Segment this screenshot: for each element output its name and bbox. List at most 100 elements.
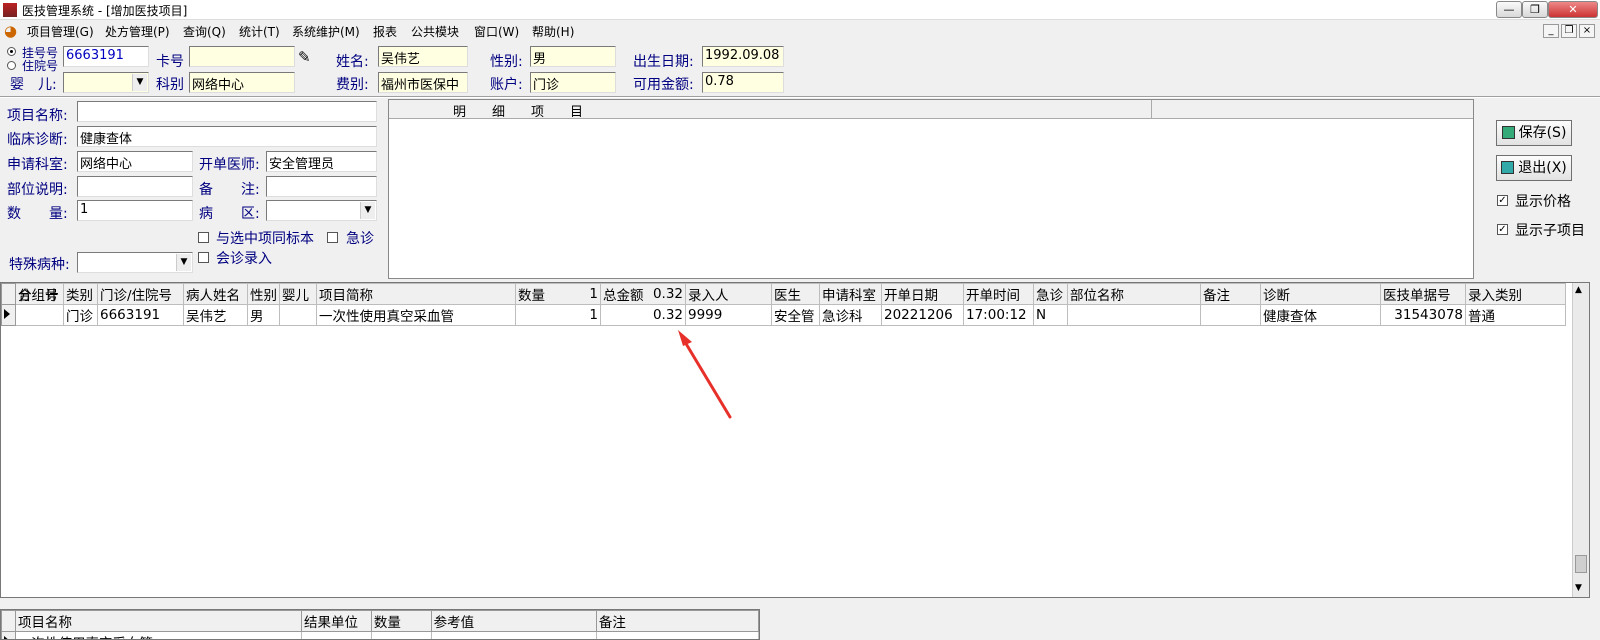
result-col-ref[interactable]: 参考值	[430, 610, 597, 632]
cell-part[interactable]	[1067, 304, 1201, 326]
cell-infant[interactable]	[279, 304, 317, 326]
detail-header: 明 细 项 目	[389, 100, 1473, 120]
same-specimen-checkbox[interactable]	[198, 232, 209, 243]
scroll-down-icon[interactable]: ▼	[1575, 583, 1582, 593]
total-label: 合 计	[15, 283, 64, 305]
show-price-checkbox[interactable]: ✓	[1497, 195, 1508, 206]
result-col-remark[interactable]: 备注	[595, 610, 759, 632]
result-cell-qty[interactable]	[370, 631, 432, 639]
close-button[interactable]: ✕	[1548, 1, 1598, 18]
item-name-input[interactable]	[77, 101, 377, 122]
register-radio[interactable]	[7, 47, 16, 56]
cell-urgent[interactable]: N	[1033, 304, 1068, 326]
exit-button[interactable]: 退出(X)	[1496, 155, 1572, 181]
restore-button[interactable]: ❐	[1522, 1, 1548, 18]
balance-field[interactable]: 0.78	[702, 72, 784, 93]
consult-checkbox[interactable]	[198, 252, 209, 263]
cell-req-dept[interactable]: 急诊科	[819, 304, 882, 326]
chevron-down-icon[interactable]: ▼	[360, 202, 375, 219]
diagnosis-input[interactable]: 健康查体	[77, 126, 377, 147]
cell-item-short[interactable]: 一次性使用真空采血管	[316, 304, 516, 326]
cell-entered-by[interactable]: 9999	[685, 304, 772, 326]
infant-select[interactable]: ▼	[63, 72, 149, 93]
req-dept-input[interactable]: 网络中心	[77, 151, 193, 172]
save-button[interactable]: 保存(S)	[1496, 120, 1572, 146]
menu-item-system[interactable]: 系统维护(M)	[292, 23, 360, 40]
mdi-restore-button[interactable]: ❐	[1561, 24, 1577, 38]
card-reader-icon[interactable]: ✎	[298, 48, 311, 66]
result-row-indicator	[1, 631, 16, 639]
card-field[interactable]	[189, 46, 295, 67]
name-label: 姓名:	[336, 54, 369, 70]
balance-label: 可用金额:	[633, 77, 694, 93]
cell-remark[interactable]	[1200, 304, 1261, 326]
result-cell-item[interactable]: 一次性使用真空采血管	[14, 631, 302, 639]
remark-input[interactable]	[266, 176, 377, 197]
ward-select[interactable]: ▼	[266, 200, 377, 221]
part-input[interactable]	[77, 176, 193, 197]
items-grid[interactable]: 分组号 类别 门诊/住院号 病人姓名 性别 婴儿 项目简称 数量 总金额 录入人…	[0, 282, 1590, 598]
window-title: 医技管理系统 - [增加医技项目]	[22, 4, 188, 18]
qty-input[interactable]: 1	[77, 200, 193, 221]
app-icon	[3, 3, 17, 17]
menu-item-prescription[interactable]: 处方管理(P)	[105, 23, 170, 40]
list-item[interactable]: 一次性使用真空采血管	[1, 631, 759, 639]
cell-qty[interactable]: 1	[515, 304, 601, 326]
scroll-up-icon[interactable]: ▲	[1575, 285, 1582, 295]
result-grid[interactable]: 项目名称 结果单位 数量 参考值 备注 一次性使用真空采血管	[0, 609, 760, 640]
menu-item-window[interactable]: 窗口(W)	[474, 23, 519, 40]
menu-item-report[interactable]: 报表	[373, 23, 397, 40]
cell-type[interactable]: 门诊	[63, 304, 98, 326]
result-col-unit[interactable]: 结果单位	[300, 610, 372, 632]
remark-label: 备 注:	[199, 182, 260, 198]
fee-field[interactable]: 福州市医保中	[378, 72, 468, 93]
cell-order-time[interactable]: 17:00:12	[963, 304, 1034, 326]
name-field[interactable]: 吴伟艺	[378, 46, 468, 67]
cell-order-date[interactable]: 20221206	[881, 304, 964, 326]
register-no-field[interactable]: 6663191	[63, 46, 149, 67]
cell-patient-name[interactable]: 吴伟艺	[183, 304, 248, 326]
inpatient-radio[interactable]	[7, 61, 16, 70]
result-col-item[interactable]: 项目名称	[14, 610, 302, 632]
row-indicator	[1, 304, 16, 326]
menu-item-stats[interactable]: 统计(T)	[239, 23, 280, 40]
chevron-down-icon[interactable]: ▼	[132, 74, 147, 91]
cell-entry-type[interactable]: 普通	[1465, 304, 1566, 326]
gender-field[interactable]: 男	[530, 46, 616, 67]
menu-item-query[interactable]: 查询(Q)	[183, 23, 226, 40]
gender-label: 性别:	[490, 54, 523, 70]
detail-header-divider	[1151, 100, 1152, 119]
birth-field[interactable]: 1992.09.08	[702, 46, 784, 67]
chevron-down-icon[interactable]: ▼	[176, 254, 191, 271]
result-col-qty[interactable]: 数量	[370, 610, 432, 632]
result-cell-remark[interactable]	[595, 631, 759, 639]
cell-patient-no[interactable]: 6663191	[97, 304, 184, 326]
account-field[interactable]: 门诊	[530, 72, 616, 93]
special-select[interactable]: ▼	[77, 252, 193, 273]
total-row: 合 计 1 0.32	[1, 283, 1566, 305]
cell-doctor[interactable]: 安全管	[771, 304, 820, 326]
cell-bill-no[interactable]: 31543078	[1380, 304, 1466, 326]
menu-item-help[interactable]: 帮助(H)	[532, 23, 574, 40]
grid-scrollbar[interactable]: ▲ ▼	[1572, 283, 1589, 597]
dept-field[interactable]: 网络中心	[189, 72, 295, 93]
table-row[interactable]: 门诊 6663191 吴伟艺 男 一次性使用真空采血管 1 0.32 9999 …	[1, 304, 1566, 326]
doctor-input[interactable]: 安全管理员	[266, 151, 377, 172]
menu-item-project[interactable]: 项目管理(G)	[27, 23, 94, 40]
urgent-checkbox[interactable]	[327, 232, 338, 243]
total-indicator	[1, 283, 16, 305]
cell-total[interactable]: 0.32	[600, 304, 686, 326]
card-label: 卡号	[156, 54, 184, 70]
menu-item-public[interactable]: 公共模块	[411, 23, 459, 40]
cell-group[interactable]	[15, 304, 64, 326]
result-header-row: 项目名称 结果单位 数量 参考值 备注	[1, 610, 759, 632]
result-cell-ref[interactable]	[430, 631, 597, 639]
mdi-close-button[interactable]: ×	[1579, 24, 1595, 38]
cell-diagnosis[interactable]: 健康查体	[1260, 304, 1381, 326]
scroll-thumb[interactable]	[1575, 555, 1587, 573]
mdi-minimize-button[interactable]: _	[1543, 24, 1559, 38]
cell-gender[interactable]: 男	[247, 304, 280, 326]
show-sub-checkbox[interactable]: ✓	[1497, 224, 1508, 235]
minimize-button[interactable]: —	[1496, 1, 1522, 18]
result-cell-unit[interactable]	[300, 631, 372, 639]
